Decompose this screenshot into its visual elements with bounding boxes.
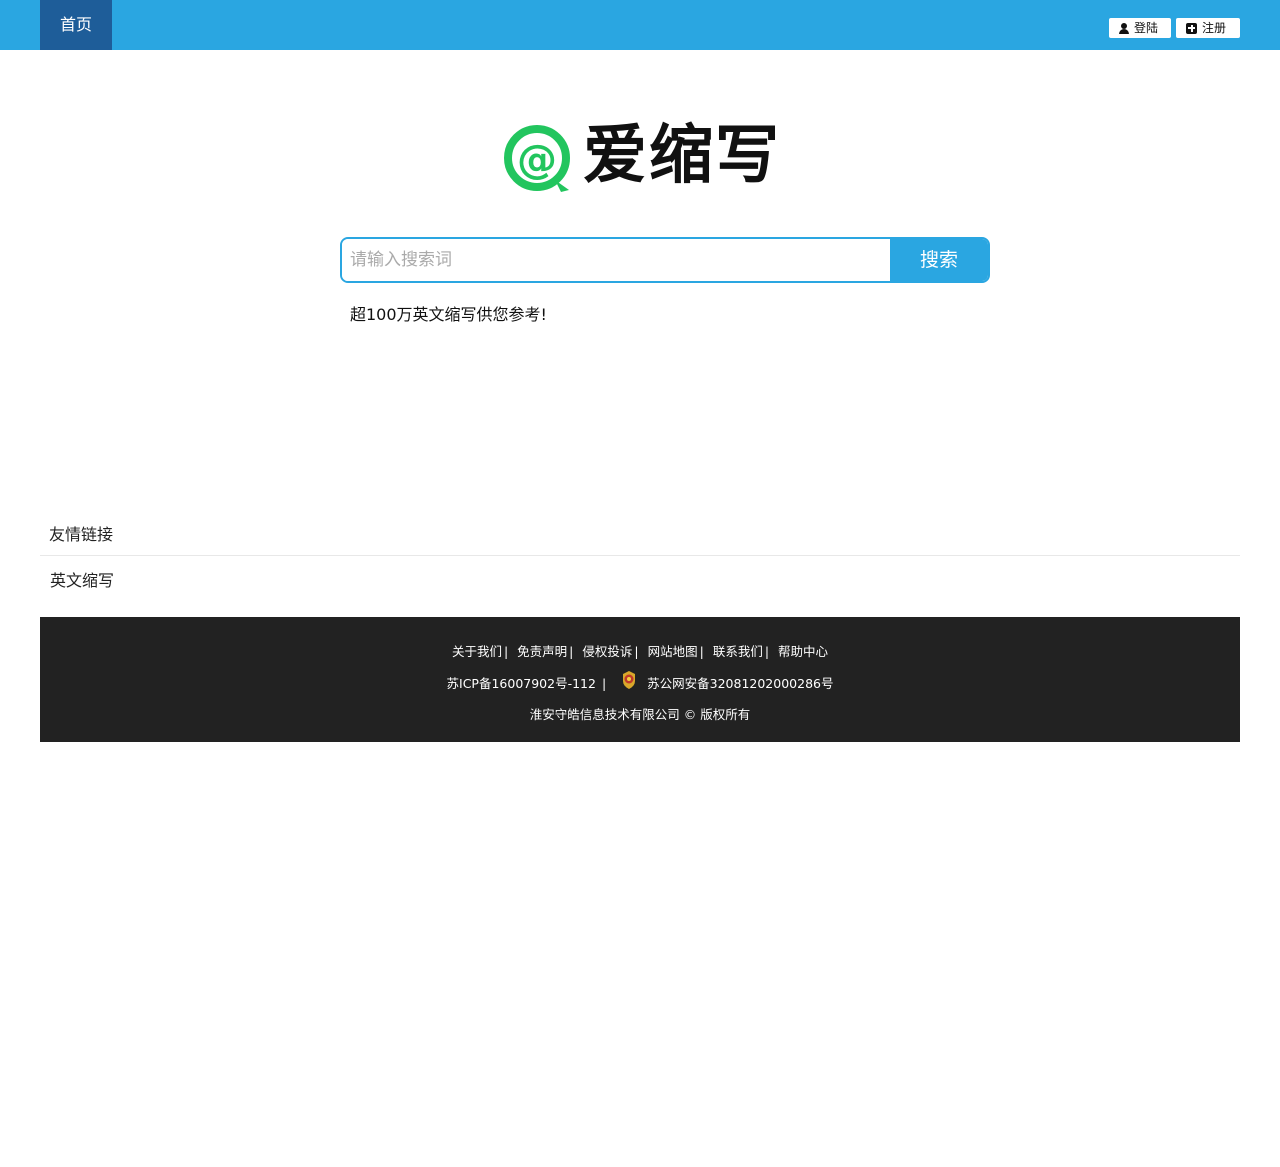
copyright: 淮安守皓信息技术有限公司 © 版权所有 (529, 707, 751, 722)
footer-separator: | (764, 644, 770, 659)
search-input[interactable] (342, 239, 890, 281)
search-button[interactable]: 搜索 (890, 239, 988, 281)
login-button[interactable]: 登陆 (1109, 18, 1171, 38)
register-button[interactable]: 注册 (1176, 18, 1240, 38)
register-label: 注册 (1202, 21, 1227, 35)
footer-link-sitemap[interactable]: 网站地图 (648, 644, 698, 659)
police-badge-icon (623, 671, 636, 689)
footer-separator: | (699, 644, 704, 659)
footer-link-complaint[interactable]: 侵权投诉 (582, 644, 632, 659)
search-bar: 搜索 (340, 237, 990, 283)
nav-home-link[interactable]: 首页 (40, 0, 112, 50)
plus-square-icon (1186, 22, 1197, 34)
footer-records: 苏ICP备16007902号-112 | 苏公网安备32081202000286… (40, 670, 1240, 692)
footer-link-contact[interactable]: 联系我们 (713, 644, 763, 659)
top-navbar: 首页 登陆 注册 (0, 0, 1280, 50)
at-sign-logo-icon: @ (504, 125, 570, 192)
footer-link-about[interactable]: 关于我们 (452, 644, 502, 659)
logo-text: 爱缩写 (583, 119, 781, 193)
footer-links: 关于我们 | 免责声明 | 侵权投诉 | 网站地图 | 联系我们 | 帮助中心 (40, 641, 1240, 660)
footer-separator: | (601, 676, 607, 691)
footer: 关于我们 | 免责声明 | 侵权投诉 | 网站地图 | 联系我们 | 帮助中心 苏ICP备… (40, 617, 1240, 742)
icp-record-link[interactable]: 苏ICP备16007902号-112 (447, 676, 596, 691)
footer-link-disclaimer[interactable]: 免责声明 (517, 644, 567, 659)
footer-separator: | (634, 644, 639, 659)
tagline: 超100万英文缩写供您参考! (350, 305, 547, 324)
friend-link-english-abbr[interactable]: 英文缩写 (50, 570, 114, 592)
police-record-link[interactable]: 苏公网安备32081202000286号 (647, 676, 833, 691)
user-icon (1119, 22, 1129, 34)
footer-separator: | (503, 644, 509, 659)
friend-links-title: 友情链接 (49, 525, 114, 544)
site-logo[interactable]: @ 爱缩写 (503, 120, 783, 196)
login-label: 登陆 (1134, 21, 1159, 35)
footer-link-help[interactable]: 帮助中心 (778, 644, 828, 659)
svg-text:@: @ (517, 137, 557, 183)
divider (40, 555, 1240, 556)
footer-separator: | (569, 644, 574, 659)
